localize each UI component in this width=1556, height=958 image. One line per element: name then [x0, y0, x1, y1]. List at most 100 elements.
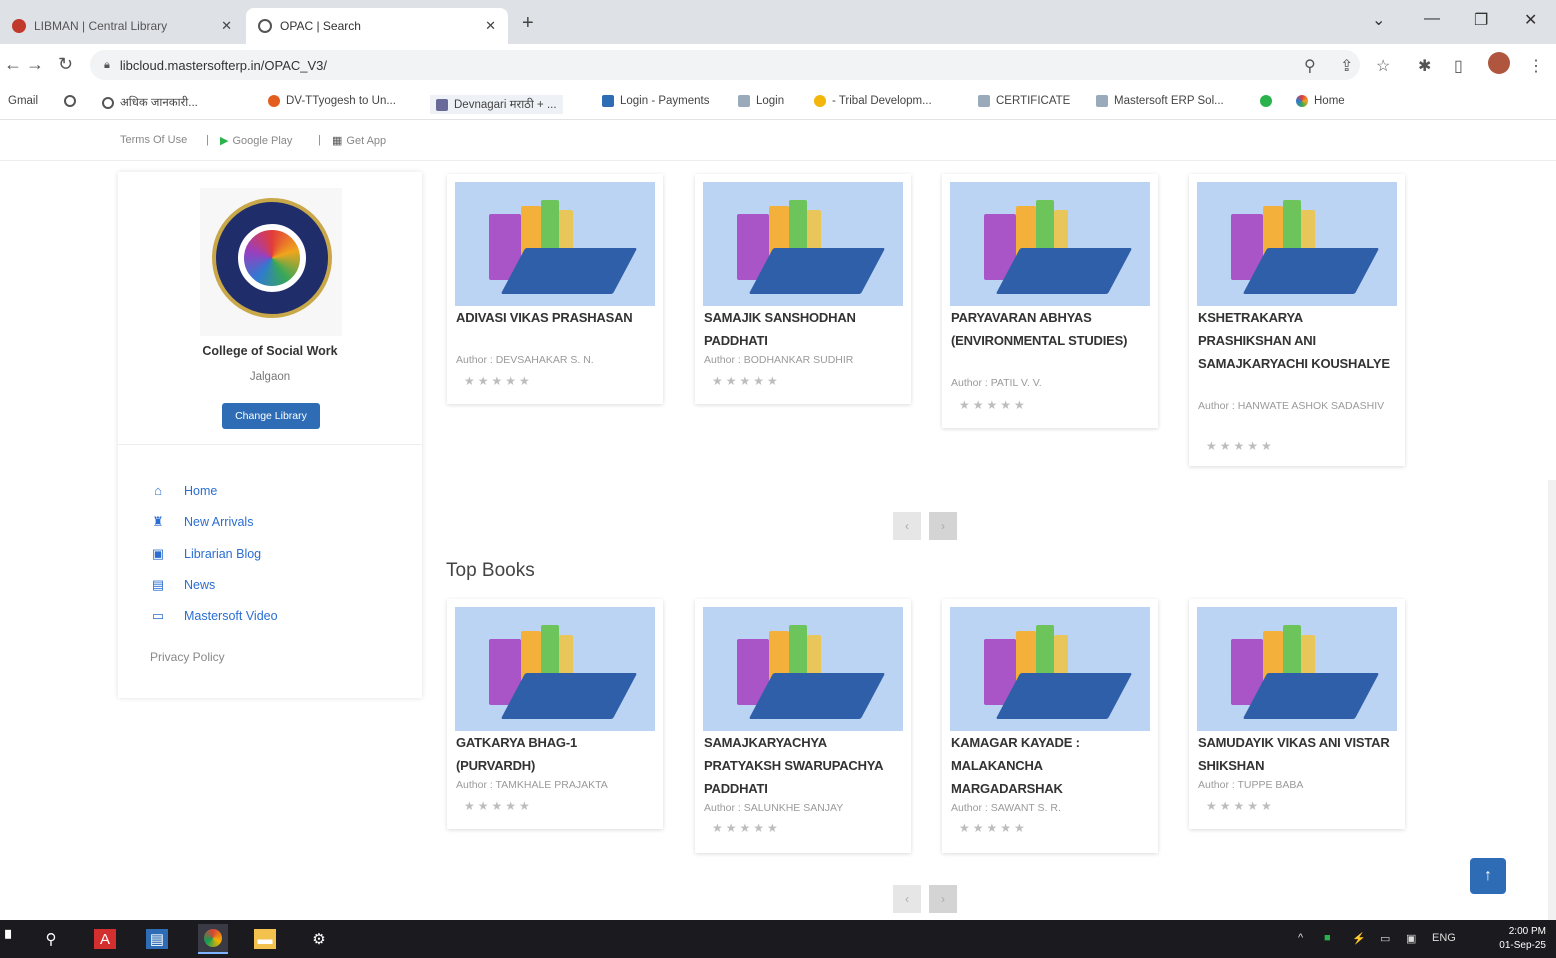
back-icon[interactable]: ←: [4, 54, 22, 75]
bookmark-item[interactable]: Login: [738, 95, 784, 107]
blog-icon: ▣: [151, 546, 165, 561]
book-card[interactable]: KSHETRAKARYA PRASHIKSHAN ANI SAMAJKARYAC…: [1189, 174, 1405, 466]
book-title[interactable]: KAMAGAR KAYADE : MALAKANCHA MARGADARSHAK: [951, 731, 1151, 800]
bookmark-label: Login - Payments: [620, 95, 710, 107]
book-title[interactable]: GATKARYA BHAG-1 (PURVARDH): [456, 731, 656, 777]
globe-icon: [102, 96, 114, 109]
next-page-button[interactable]: ›: [929, 885, 957, 913]
top-books-pager: ‹ ›: [893, 885, 957, 913]
terms-link[interactable]: Terms Of Use: [120, 134, 187, 146]
top-books-heading: Top Books: [446, 560, 535, 581]
bookmark-item[interactable]: CERTIFICATE: [978, 95, 1070, 107]
rating-stars: ★★★★★: [712, 821, 781, 835]
close-tab-icon[interactable]: ✕: [485, 18, 496, 34]
college-logo: [200, 188, 342, 336]
get-app-link[interactable]: ▦ Get App: [332, 134, 386, 148]
display-icon[interactable]: ▭: [1380, 932, 1390, 945]
tab-title: OPAC | Search: [280, 19, 361, 33]
bookmark-globe-icon[interactable]: [64, 95, 82, 107]
libman-favicon-icon: [12, 19, 26, 33]
login-icon: [738, 95, 750, 107]
system-clock[interactable]: 2:00 PM 01-Sep-25: [1476, 925, 1546, 953]
prev-page-button[interactable]: ‹: [893, 885, 921, 913]
book-title[interactable]: KSHETRAKARYA PRASHIKSHAN ANI SAMAJKARYAC…: [1198, 306, 1398, 375]
book-title[interactable]: ADIVASI VIKAS PRASHASAN: [456, 306, 656, 329]
rating-stars: ★★★★★: [959, 821, 1028, 835]
book-title[interactable]: SAMUDAYIK VIKAS ANI VISTAR SHIKSHAN: [1198, 731, 1398, 777]
sidebar-item-librarian-blog[interactable]: ▣ Librarian Blog: [150, 546, 261, 562]
tray-app-icon[interactable]: ■: [1324, 932, 1331, 944]
book-card[interactable]: SAMAJIK SANSHODHAN PADDHATI Author : BOD…: [695, 174, 911, 404]
profile-avatar[interactable]: [1488, 52, 1510, 74]
forward-icon[interactable]: →: [26, 54, 44, 75]
chrome-icon[interactable]: [198, 924, 228, 954]
new-tab-icon[interactable]: +: [522, 12, 534, 35]
tab-search-icon[interactable]: ⌄: [1372, 10, 1385, 30]
browser-tab-opac[interactable]: OPAC | Search ✕: [246, 8, 508, 44]
college-name: College of Social Work: [202, 344, 338, 358]
bookmark-item[interactable]: DV-TTyogesh to Un...: [268, 95, 396, 107]
acrobat-icon[interactable]: A: [94, 929, 116, 949]
arrow-up-icon: ↑: [1484, 867, 1492, 884]
google-play-link[interactable]: ▶ Google Play: [220, 134, 293, 148]
close-window-icon[interactable]: ✕: [1524, 10, 1537, 30]
college-city: Jalgaon: [249, 371, 291, 383]
file-explorer-icon[interactable]: ▬: [254, 929, 276, 949]
reload-icon[interactable]: ↻: [58, 54, 73, 75]
book-title[interactable]: PARYAVARAN ABHYAS (ENVIRONMENTAL STUDIES…: [951, 306, 1151, 352]
rating-stars: ★★★★★: [464, 374, 533, 388]
book-author: Author : HANWATE ASHOK SADASHIV: [1198, 400, 1385, 412]
app-icon[interactable]: ▤: [146, 929, 168, 949]
next-page-button[interactable]: ›: [929, 512, 957, 540]
search-icon[interactable]: ⚲: [40, 929, 62, 949]
share-icon[interactable]: ⇪: [1340, 56, 1353, 76]
book-card[interactable]: KAMAGAR KAYADE : MALAKANCHA MARGADARSHAK…: [942, 599, 1158, 853]
book-title[interactable]: SAMAJIK SANSHODHAN PADDHATI: [704, 306, 904, 352]
menu-dots-icon[interactable]: ⋮: [1528, 56, 1544, 76]
prev-page-button[interactable]: ‹: [893, 512, 921, 540]
rating-stars: ★★★★★: [712, 374, 781, 388]
book-card[interactable]: PARYAVARAN ABHYAS (ENVIRONMENTAL STUDIES…: [942, 174, 1158, 428]
scroll-to-top-button[interactable]: ↑: [1470, 858, 1506, 894]
page-scrollbar[interactable]: [1548, 480, 1556, 920]
bookmark-item[interactable]: अधिक जानकारी...: [102, 95, 198, 110]
address-bar[interactable]: 🔒︎ libcloud.mastersofterp.in/OPAC_V3/: [90, 50, 1360, 80]
sidebar-item-home[interactable]: ⌂ Home: [150, 483, 217, 498]
bookmark-item[interactable]: Mastersoft ERP Sol...: [1096, 95, 1224, 107]
bookmark-item[interactable]: Devnagari मराठी + ...: [430, 95, 563, 114]
bookmark-item[interactable]: Home: [1296, 95, 1345, 107]
extensions-icon[interactable]: ✱: [1418, 56, 1431, 76]
bookmark-item[interactable]: Login - Payments: [602, 95, 710, 107]
book-card[interactable]: ADIVASI VIKAS PRASHASAN Author : DEVSAHA…: [447, 174, 663, 404]
minimize-icon[interactable]: —: [1424, 10, 1440, 28]
book-card[interactable]: SAMUDAYIK VIKAS ANI VISTAR SHIKSHAN Auth…: [1189, 599, 1405, 829]
privacy-policy-link[interactable]: Privacy Policy: [150, 650, 225, 664]
payments-icon: [602, 95, 614, 107]
bookmark-star-icon[interactable]: ☆: [1376, 56, 1390, 76]
browser-tab-libman[interactable]: LIBMAN | Central Library ✕: [0, 8, 244, 44]
language-indicator[interactable]: ENG: [1432, 932, 1456, 944]
side-panel-icon[interactable]: ▯: [1454, 56, 1463, 76]
close-tab-icon[interactable]: ✕: [221, 18, 232, 34]
change-library-button[interactable]: Change Library: [222, 403, 320, 429]
book-cover-image: [703, 607, 903, 731]
volume-icon[interactable]: ▣: [1406, 932, 1416, 945]
sidebar-item-new-arrivals[interactable]: ♜ New Arrivals: [150, 514, 253, 530]
sidebar-item-mastersoft-video[interactable]: ▭ Mastersoft Video: [150, 608, 278, 624]
start-icon[interactable]: ▘: [0, 929, 22, 949]
bookmark-item[interactable]: Gmail: [8, 95, 38, 107]
devnagari-icon: [436, 98, 448, 111]
book-author: Author : DEVSAHAKAR S. N.: [456, 354, 594, 366]
bookmark-item[interactable]: - Tribal Developm...: [814, 95, 932, 107]
zoom-icon[interactable]: ⚲: [1304, 56, 1316, 76]
tray-chevron-icon[interactable]: ^: [1298, 932, 1303, 944]
play-label: Google Play: [232, 134, 293, 147]
sidebar-item-news[interactable]: ▤ News: [150, 577, 215, 593]
bookmark-whatsapp-icon[interactable]: [1260, 95, 1278, 107]
network-icon[interactable]: ⚡: [1352, 932, 1366, 945]
restore-icon[interactable]: ❐: [1474, 10, 1488, 30]
settings-app-icon[interactable]: ⚙: [308, 929, 330, 949]
book-title[interactable]: SAMAJKARYACHYA PRATYAKSH SWARUPACHYA PAD…: [704, 731, 904, 800]
book-card[interactable]: SAMAJKARYACHYA PRATYAKSH SWARUPACHYA PAD…: [695, 599, 911, 853]
book-card[interactable]: GATKARYA BHAG-1 (PURVARDH) Author : TAMK…: [447, 599, 663, 829]
